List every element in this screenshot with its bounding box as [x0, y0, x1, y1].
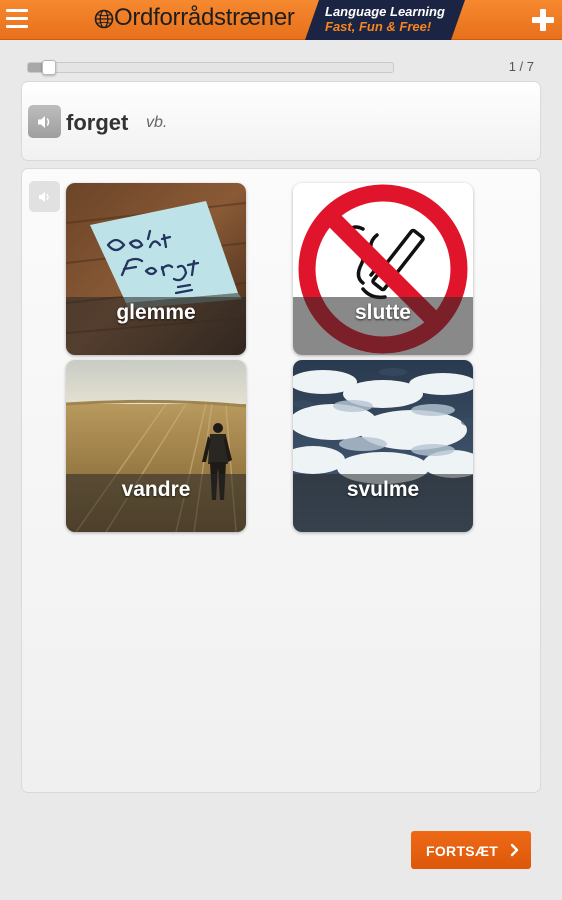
- choice-tile-vandre[interactable]: vandre: [66, 360, 246, 532]
- continue-label: FORTSÆT: [426, 843, 499, 859]
- choice-label: vandre: [121, 478, 191, 501]
- app-header: Ordforrådstræner Language Learning Fast,…: [0, 0, 562, 40]
- part-of-speech: vb.: [146, 114, 168, 131]
- choice-label: svulme: [346, 478, 420, 501]
- choice-label: slutte: [354, 301, 411, 324]
- tagline-line2: Fast, Fun & Free!: [325, 19, 432, 34]
- choices-panel: glemme slutte vandre svulme: [21, 168, 541, 793]
- play-word-audio-button[interactable]: [28, 105, 61, 138]
- speaker-icon: [37, 115, 49, 128]
- continue-button[interactable]: FORTSÆT: [411, 831, 531, 869]
- tagline-banner: Language Learning Fast, Fun & Free!: [305, 0, 465, 40]
- choice-tile-glemme[interactable]: glemme: [66, 183, 246, 355]
- tagline-line1: Language Learning: [325, 4, 445, 19]
- chevron-right-icon: [510, 843, 519, 857]
- word-text: forget: [66, 110, 129, 135]
- plus-icon[interactable]: [532, 9, 554, 31]
- progress-handle: [42, 60, 56, 75]
- brand-name: Ordforrådstræner: [114, 4, 295, 31]
- progress-count: 1 / 7: [508, 59, 534, 74]
- word-card: forget vb.: [21, 81, 541, 161]
- hamburger-menu-icon[interactable]: [6, 9, 28, 29]
- speaker-icon: [38, 191, 49, 202]
- play-choices-audio-button[interactable]: [29, 181, 60, 212]
- choice-tile-svulme[interactable]: svulme: [293, 360, 473, 532]
- choice-label: glemme: [116, 301, 196, 324]
- progress-bar: [27, 60, 394, 75]
- choice-tile-slutte[interactable]: slutte: [293, 183, 473, 355]
- globe-icon: [94, 9, 114, 29]
